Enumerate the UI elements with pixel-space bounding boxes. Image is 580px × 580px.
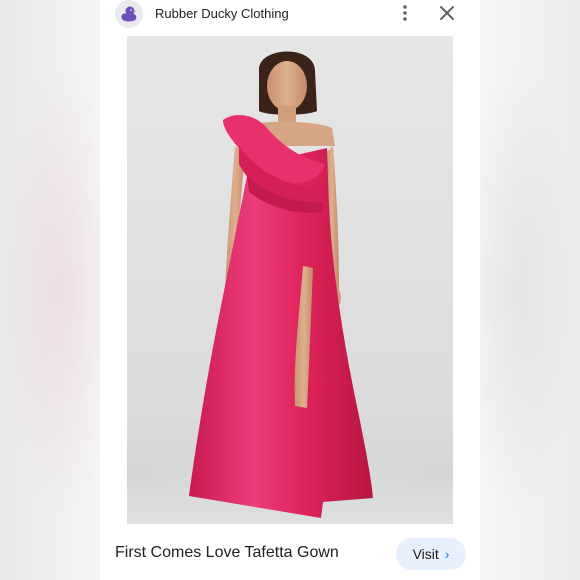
- duck-logo-icon: [121, 6, 137, 22]
- close-button[interactable]: [436, 2, 458, 24]
- close-icon: [440, 6, 454, 20]
- visit-button[interactable]: Visit ›: [396, 538, 466, 570]
- background-left-blur: [0, 60, 100, 520]
- gown-illustration: [137, 51, 437, 524]
- store-name[interactable]: Rubber Ducky Clothing: [155, 6, 289, 21]
- chevron-right-icon: ›: [444, 546, 450, 562]
- store-avatar[interactable]: [115, 0, 143, 28]
- card-header: Rubber Ducky Clothing: [100, 0, 480, 30]
- product-photo[interactable]: [127, 36, 453, 524]
- background-right-blur: [480, 60, 580, 520]
- more-options-button[interactable]: [396, 2, 414, 24]
- visit-label: Visit: [412, 546, 439, 562]
- more-vert-icon: [403, 5, 407, 21]
- product-title[interactable]: First Comes Love Tafetta Gown: [115, 544, 339, 562]
- product-card: Rubber Ducky Clothing First Comes Love T…: [100, 0, 480, 580]
- card-footer: First Comes Love Tafetta Gown Visit ›: [100, 530, 480, 580]
